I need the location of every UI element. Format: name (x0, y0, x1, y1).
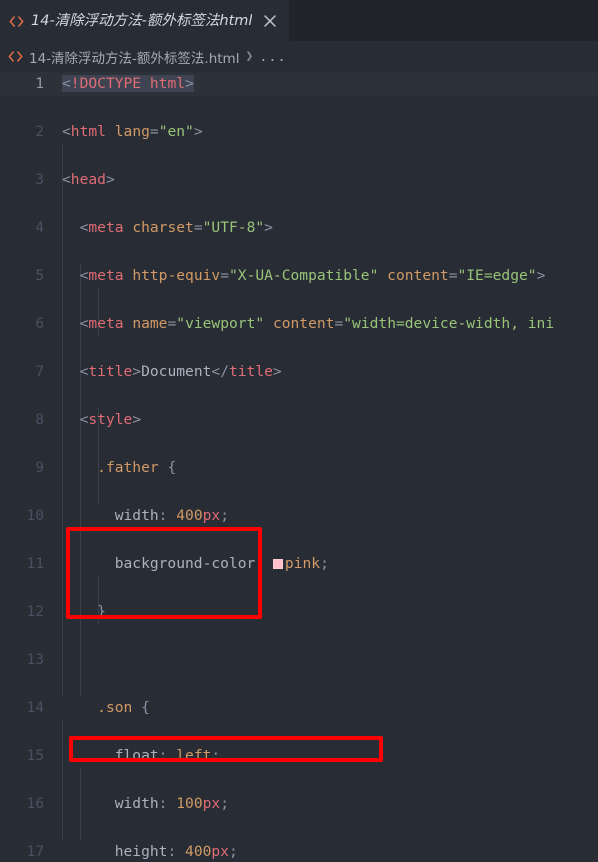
code-line[interactable]: 2 <html lang="en"> (0, 120, 598, 144)
line-content: <meta http-equiv="X-UA-Compatible" conte… (79, 267, 546, 284)
vscode-window: 14-清除浮动方法-额外标签法html 14-清除浮动方法-额外标签法.html… (0, 0, 598, 862)
tab-bar-empty-space (289, 0, 598, 41)
line-number: 15 (26, 748, 44, 764)
line-content: .father { (97, 459, 177, 476)
breadcrumb-overflow[interactable]: ... (259, 49, 286, 65)
code-line[interactable]: 13 (0, 648, 598, 672)
editor-tab-label: 14-清除浮动方法-额外标签法html (31, 12, 253, 29)
line-content: float: left; (114, 747, 221, 764)
line-number: 2 (35, 124, 44, 140)
breadcrumb-separator: ❯ (245, 49, 254, 64)
code-line[interactable]: 7 <title>Document</title> (0, 360, 598, 384)
line-number: 4 (35, 220, 44, 236)
editor-tab-active[interactable]: 14-清除浮动方法-额外标签法html (0, 0, 290, 41)
code-line[interactable]: 1 <!DOCTYPE html> (0, 72, 598, 96)
line-number: 10 (26, 508, 44, 524)
html-code-icon (9, 14, 24, 29)
code-line[interactable]: 5 <meta http-equiv="X-UA-Compatible" con… (0, 264, 598, 288)
line-content: height: 400px; (114, 843, 238, 860)
code-line[interactable]: 6 <meta name="viewport" content="width=d… (0, 312, 598, 336)
line-content: width: 100px; (114, 795, 229, 812)
line-number: 13 (26, 652, 44, 668)
code-line[interactable]: 15 float: left; (0, 744, 598, 768)
code-line[interactable]: 14 .son { (0, 696, 598, 720)
close-icon[interactable] (261, 12, 279, 30)
line-number: 12 (26, 604, 44, 620)
line-number: 1 (35, 76, 44, 92)
color-swatch-pink[interactable] (272, 559, 283, 569)
code-line[interactable]: 17 height: 400px; (0, 840, 598, 862)
indent-guide-6 (62, 720, 63, 840)
line-content: width: 400px; (114, 507, 229, 524)
line-number: 8 (35, 412, 44, 428)
line-number: 16 (26, 796, 44, 812)
code-line[interactable]: 8 <style> (0, 408, 598, 432)
line-number: 6 (35, 316, 44, 332)
line-number: 11 (26, 556, 44, 572)
line-number: 7 (35, 364, 44, 380)
code-line[interactable]: 11 background-color: pink; (0, 552, 598, 576)
line-content: .son { (97, 699, 150, 716)
line-content: <title>Document</title> (79, 363, 282, 380)
line-content: <meta charset="UTF-8"> (79, 219, 273, 236)
line-number: 3 (35, 172, 44, 188)
code-line[interactable]: 4 <meta charset="UTF-8"> (0, 216, 598, 240)
code-line[interactable]: 10 width: 400px; (0, 504, 598, 528)
line-content: <head> (62, 171, 115, 188)
line-number: 17 (26, 844, 44, 860)
line-content: <html lang="en"> (62, 123, 203, 140)
line-number: 5 (35, 268, 44, 284)
editor-tab-bar: 14-清除浮动方法-额外标签法html (0, 0, 598, 41)
line-content: <style> (79, 411, 142, 428)
code-editor[interactable]: 1 <!DOCTYPE html> 2 <html lang="en"> 3 <… (0, 72, 598, 862)
line-content: <meta name="viewport" content="width=dev… (79, 315, 555, 332)
code-line[interactable]: 16 width: 100px; (0, 792, 598, 816)
code-line[interactable]: 12 } (0, 600, 598, 624)
line-content: background-color: pink; (114, 555, 329, 572)
html-code-icon (8, 49, 23, 64)
code-line[interactable]: 9 .father { (0, 456, 598, 480)
code-line[interactable]: 3 <head> (0, 168, 598, 192)
line-number: 14 (26, 700, 44, 716)
line-content: <!DOCTYPE html> (62, 75, 194, 92)
breadcrumb-file[interactable]: 14-清除浮动方法-额外标签法.html (29, 47, 239, 67)
breadcrumb[interactable]: 14-清除浮动方法-额外标签法.html ❯ ... (0, 41, 598, 72)
line-number: 9 (35, 460, 44, 476)
line-content: } (97, 603, 106, 620)
